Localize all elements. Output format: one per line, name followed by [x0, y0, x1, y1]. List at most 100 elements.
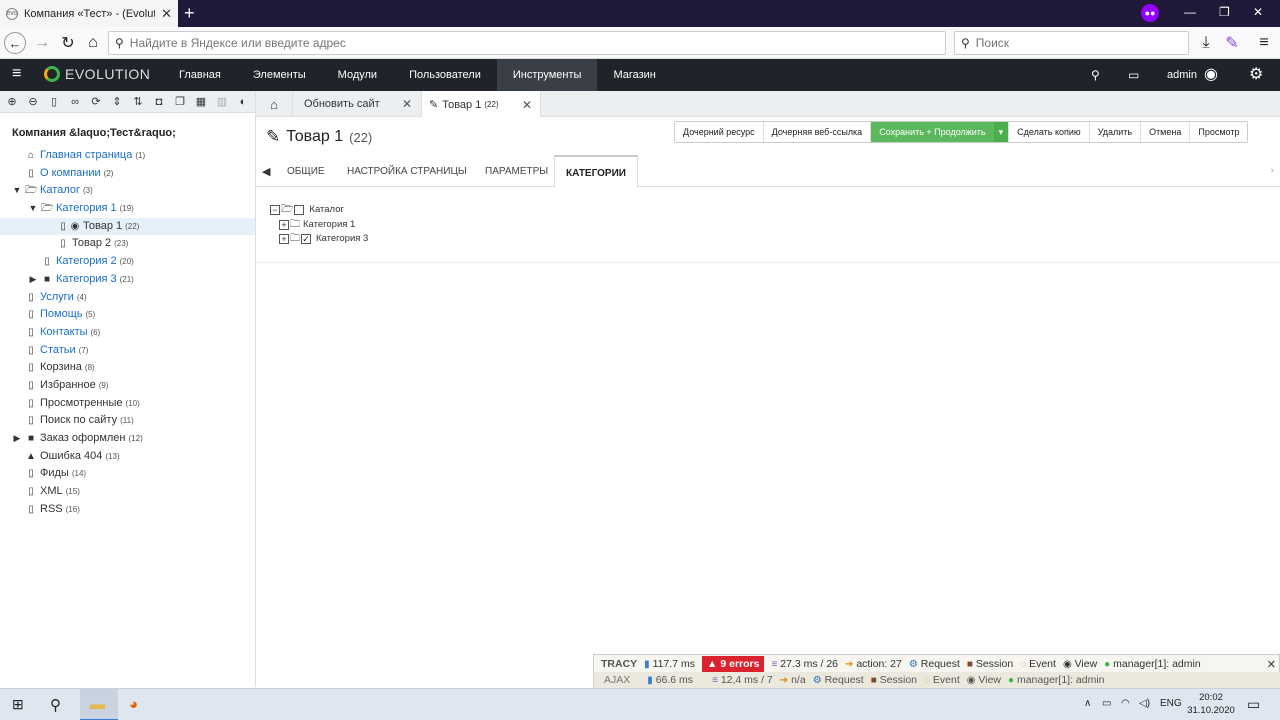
new-document-icon[interactable]: ▯	[46, 95, 62, 108]
file-explorer-icon[interactable]: ▬	[90, 696, 105, 713]
tree-node[interactable]: ▯ ◉ Товар 1 (22)	[0, 217, 255, 236]
tree-node[interactable]: ⌂ Главная страница (1)	[0, 147, 255, 165]
forward-icon[interactable]: →	[30, 31, 54, 55]
cancel-button[interactable]: Отмена	[1141, 122, 1191, 142]
download-icon[interactable]: ⤓	[1194, 31, 1218, 55]
tree-node[interactable]: ▼ 🗁 Каталог (3)	[0, 182, 255, 200]
chevron-right-icon[interactable]: ›	[1271, 165, 1274, 176]
close-tab-icon[interactable]: ✕	[161, 6, 172, 22]
category-node-catalog[interactable]: − 🗁 Каталог	[270, 203, 368, 218]
expand-node-icon[interactable]: +	[279, 234, 289, 245]
tracy-errors-badge[interactable]: ▲ 9 errors	[702, 656, 765, 672]
save-continue-button[interactable]: Сохранить + Продолжить	[871, 122, 994, 142]
tree-node[interactable]: ▯ XML (15)	[0, 483, 255, 501]
volume-icon[interactable]: ◁)	[1139, 698, 1150, 709]
tracy-ajax-request[interactable]: ⚙ Request	[813, 674, 864, 686]
browser-tab[interactable]: evo Компания «Тест» - (Evolution ✕	[0, 0, 178, 27]
tracy-logo[interactable]: TRACY	[601, 658, 637, 670]
tree-node[interactable]: ▼ 🗁 Категория 1 (19)	[0, 200, 255, 218]
tracy-event[interactable]: ◌ Event	[1020, 658, 1056, 670]
tab-parameters[interactable]: ПАРАМЕТРЫ	[485, 155, 548, 187]
tracy-ajax-view[interactable]: ◉ View	[967, 674, 1001, 686]
nav-item-home[interactable]: Главная	[163, 59, 237, 91]
preview-button[interactable]: Просмотр	[1190, 122, 1248, 142]
tree-node[interactable]: ▯ Статьи (7)	[0, 342, 255, 360]
category-node-3[interactable]: + 🗀 ✓ Категория 3	[270, 232, 368, 247]
search-input[interactable]	[975, 36, 1188, 50]
nav-item-shop[interactable]: Магазин	[597, 59, 671, 91]
tree-node[interactable]: ▶ ■ Заказ оформлен (12)	[0, 430, 255, 448]
child-resource-button[interactable]: Дочерний ресурс	[675, 122, 764, 142]
tracy-ajax-user[interactable]: ● manager[1]: admin	[1008, 674, 1105, 686]
trash-icon[interactable]: ▥	[214, 95, 230, 108]
reload-icon[interactable]: ↻	[56, 31, 80, 55]
tree-node[interactable]: ▯ Категория 2 (20)	[0, 253, 255, 271]
back-icon[interactable]: ←	[4, 32, 26, 54]
copy-icon[interactable]: ❐	[172, 95, 188, 108]
expand-node-icon[interactable]: +	[279, 219, 289, 230]
collapse-all-icon[interactable]: ⊖	[25, 95, 41, 108]
home-icon[interactable]: ⌂	[81, 31, 105, 55]
tree-node[interactable]: ▯ Избранное (9)	[0, 377, 255, 395]
language-indicator[interactable]: ENG	[1160, 698, 1182, 709]
address-bar[interactable]: ⚲	[108, 31, 946, 55]
menu-icon[interactable]: ≡	[1252, 31, 1276, 55]
tree-node[interactable]: ▯ О компании (2)	[0, 165, 255, 183]
chevron-down-icon[interactable]: ▼	[12, 182, 22, 200]
clock[interactable]: 20:02 31.10.2020	[1186, 691, 1236, 717]
tab-categories[interactable]: КАТЕГОРИИ	[554, 155, 638, 188]
close-tab-icon[interactable]: ✕	[522, 98, 532, 112]
new-tab-icon[interactable]: +	[184, 3, 195, 23]
tracy-action[interactable]: ➔ action: 27	[845, 658, 902, 670]
search-bar[interactable]: ⚲	[954, 31, 1189, 55]
contrast-icon[interactable]: ◐	[235, 96, 251, 108]
expand-all-icon[interactable]: ⊕	[4, 95, 20, 108]
tracy-session[interactable]: ■ Session	[967, 658, 1013, 670]
chevron-left-icon[interactable]: ◀	[262, 165, 270, 178]
site-title[interactable]: Компания &laquo;Тест&raquo;	[12, 127, 176, 139]
evolution-logo[interactable]: EVOLUTION	[44, 66, 150, 82]
notifications-icon[interactable]: ▭	[1247, 696, 1260, 713]
tracy-user[interactable]: ● manager[1]: admin	[1104, 658, 1201, 670]
tree-node[interactable]: ▯ Просмотренные (10)	[0, 395, 255, 413]
sort-icon[interactable]: ⇕	[109, 95, 125, 108]
wifi-icon[interactable]: ◠	[1121, 698, 1130, 709]
tree-node[interactable]: ▯ Помощь (5)	[0, 306, 255, 324]
tab-page-settings[interactable]: НАСТРОЙКА СТРАНИЦЫ	[347, 155, 467, 187]
chevron-right-icon[interactable]: ▶	[12, 430, 22, 448]
chevron-right-icon[interactable]: ▶	[28, 271, 38, 289]
address-input[interactable]	[129, 36, 945, 50]
hamburger-icon[interactable]: ≡	[12, 65, 21, 83]
user-name[interactable]: admin	[1167, 59, 1197, 91]
category-node-1[interactable]: + 🗀 Категория 1	[270, 218, 368, 233]
tree-node[interactable]: ▯ Поиск по сайту (11)	[0, 412, 255, 430]
tree-node[interactable]: ▯ Фиды (14)	[0, 465, 255, 483]
tree-node[interactable]: ▯ Товар 2 (23)	[0, 235, 255, 253]
tracy-time[interactable]: ▮ 117.7 ms	[644, 658, 695, 670]
search-icon[interactable]: ⚲	[1091, 59, 1100, 91]
close-icon[interactable]: ✕	[1267, 658, 1276, 671]
tree-node[interactable]: ▯ Корзина (8)	[0, 359, 255, 377]
home-tab-icon[interactable]: ⌂	[256, 91, 292, 117]
tracy-ajax-action[interactable]: ➔ n/a	[780, 674, 806, 686]
chevron-down-icon[interactable]: ▼	[28, 200, 38, 218]
category-checkbox[interactable]	[294, 205, 305, 216]
tracy-ajax-db[interactable]: ≡ 12,4 ms / 7	[712, 674, 773, 686]
tree-node[interactable]: ▯ Услуги (4)	[0, 289, 255, 307]
tracy-request[interactable]: ⚙ Request	[909, 658, 960, 670]
tracy-ajax-time[interactable]: ▮ 66.6 ms	[647, 674, 693, 686]
tree-node[interactable]: ▯ Контакты (6)	[0, 324, 255, 342]
tracy-ajax-session[interactable]: ■ Session	[871, 674, 917, 686]
search-icon[interactable]: ⚲	[50, 696, 61, 714]
windows-start-icon[interactable]: ⊞	[12, 696, 24, 713]
settings-gears-icon[interactable]: ⚙	[1249, 59, 1263, 91]
tracy-ajax-event[interactable]: ◌ Event	[924, 674, 960, 686]
nav-item-tools[interactable]: Инструменты	[496, 59, 598, 91]
collapse-node-icon[interactable]: −	[270, 205, 280, 216]
tree-node[interactable]: ▲ Ошибка 404 (13)	[0, 448, 255, 466]
private-mask-icon[interactable]: ●●	[1141, 4, 1159, 22]
tree-node[interactable]: ▯ RSS (16)	[0, 501, 255, 519]
firefox-icon[interactable]: ◕	[129, 696, 138, 713]
grid-icon[interactable]: ▦	[193, 95, 209, 108]
camera-icon[interactable]: ◘	[151, 96, 167, 108]
